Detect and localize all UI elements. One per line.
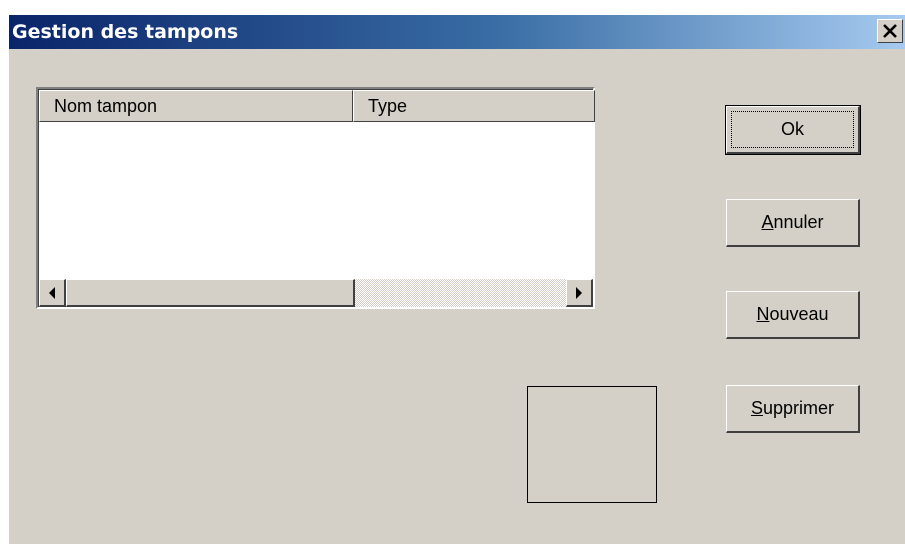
column-header-type[interactable]: Type bbox=[353, 90, 595, 122]
horizontal-scrollbar[interactable] bbox=[39, 279, 593, 307]
focus-rectangle bbox=[731, 111, 854, 148]
new-button[interactable]: Nouveau bbox=[726, 291, 860, 339]
stamp-preview bbox=[527, 386, 657, 503]
scroll-thumb[interactable] bbox=[66, 279, 355, 307]
dialog-window: Gestion des tampons Nom tampon Type Ok A… bbox=[9, 15, 905, 544]
cancel-button-label: Annuler bbox=[761, 212, 824, 232]
ok-button[interactable]: Ok bbox=[725, 105, 861, 155]
window-title: Gestion des tampons bbox=[12, 21, 239, 43]
delete-button-label: Supprimer bbox=[750, 398, 835, 418]
new-button-label: Nouveau bbox=[756, 304, 829, 324]
close-icon bbox=[883, 24, 897, 38]
triangle-left-icon bbox=[49, 287, 55, 299]
scroll-left-button[interactable] bbox=[39, 279, 66, 307]
scroll-right-button[interactable] bbox=[566, 279, 593, 307]
delete-button[interactable]: Supprimer bbox=[726, 385, 860, 433]
list-header: Nom tampon Type bbox=[39, 90, 595, 122]
stamp-list[interactable]: Nom tampon Type bbox=[36, 87, 595, 309]
title-bar[interactable]: Gestion des tampons bbox=[9, 15, 905, 49]
close-button[interactable] bbox=[877, 19, 903, 43]
column-header-nom-tampon[interactable]: Nom tampon bbox=[39, 90, 353, 122]
cancel-button[interactable]: Annuler bbox=[726, 199, 860, 247]
triangle-right-icon bbox=[576, 287, 582, 299]
